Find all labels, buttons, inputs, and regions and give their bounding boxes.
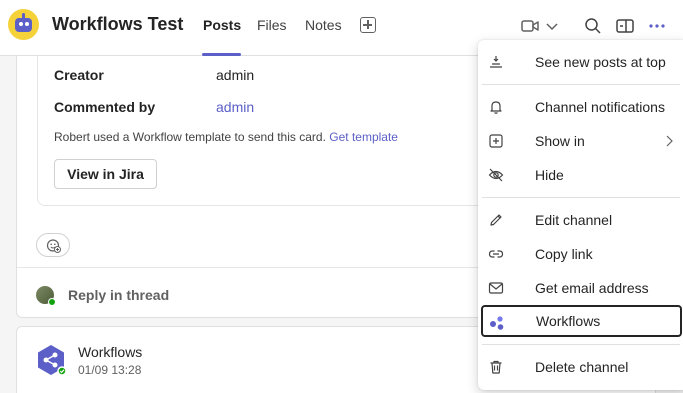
video-icon[interactable] <box>520 16 540 36</box>
channel-title: Workflows Test <box>52 14 184 34</box>
user-avatar <box>36 286 56 306</box>
fact-label-commented-by: Commented by <box>54 99 156 115</box>
menu-item-channel-notifications[interactable]: Channel notifications <box>482 91 680 123</box>
add-reaction-button[interactable] <box>36 233 70 257</box>
channel-options-menu: See new posts at top Channel notificatio… <box>478 40 683 390</box>
link-icon <box>488 250 504 258</box>
bot-eye-right <box>25 22 29 26</box>
note-text: Robert used a Workflow template to send … <box>54 130 326 144</box>
eye-hidden-icon <box>488 168 504 182</box>
menu-item-label: See new posts at top <box>535 54 666 70</box>
bell-icon <box>490 101 502 114</box>
reply-in-thread-button[interactable]: Reply in thread <box>68 287 169 303</box>
tab-notes[interactable]: Notes <box>305 17 342 33</box>
adaptive-card: Creator admin Commented by admin Robert … <box>37 56 517 206</box>
menu-item-hide[interactable]: Hide <box>482 159 680 191</box>
menu-item-label: Hide <box>535 167 564 183</box>
menu-item-show-in[interactable]: Show in <box>482 125 680 157</box>
menu-item-label: Copy link <box>535 246 593 262</box>
emoji-add-icon <box>46 239 61 253</box>
add-tab-icon[interactable] <box>360 17 376 33</box>
menu-item-edit-channel[interactable]: Edit channel <box>482 204 680 236</box>
menu-item-delete-channel[interactable]: Delete channel <box>482 351 680 383</box>
bot-eye-left <box>19 22 23 26</box>
menu-item-label: Show in <box>535 133 585 149</box>
bot-avatar[interactable] <box>8 9 39 40</box>
fact-value-creator: admin <box>216 67 255 83</box>
posts-at-top-icon <box>490 56 502 68</box>
get-template-link[interactable]: Get template <box>329 130 398 144</box>
menu-item-label: Get email address <box>535 280 649 296</box>
menu-item-label: Workflows <box>536 313 601 329</box>
pencil-icon <box>490 214 502 226</box>
menu-separator <box>482 344 680 345</box>
fact-value-commented-by-link[interactable]: admin <box>216 99 254 115</box>
post-author: Workflows <box>78 344 143 360</box>
tab-posts[interactable]: Posts <box>203 17 241 33</box>
tab-files[interactable]: Files <box>257 17 287 33</box>
chevron-right-icon <box>666 135 673 147</box>
trash-icon <box>490 360 502 374</box>
mail-icon <box>488 282 504 294</box>
more-options-icon[interactable] <box>647 16 667 36</box>
menu-item-see-new-posts-at-top[interactable]: See new posts at top <box>482 46 680 78</box>
presence-available-icon <box>48 298 56 306</box>
search-icon[interactable] <box>583 16 603 36</box>
workflow-template-note: Robert used a Workflow template to send … <box>54 130 398 144</box>
menu-separator <box>482 197 680 198</box>
fact-label-creator: Creator <box>54 67 104 83</box>
add-square-icon <box>489 134 503 148</box>
chevron-down-icon[interactable] <box>542 16 562 36</box>
menu-item-copy-link[interactable]: Copy link <box>482 238 680 270</box>
menu-item-workflows[interactable]: Workflows <box>481 305 682 337</box>
post-timestamp: 01/09 13:28 <box>78 363 142 377</box>
menu-item-label: Channel notifications <box>535 99 665 115</box>
view-in-jira-button[interactable]: View in Jira <box>54 159 157 189</box>
menu-item-get-email-address[interactable]: Get email address <box>482 272 680 304</box>
workflows-avatar-icon <box>38 345 67 376</box>
menu-separator <box>482 84 680 85</box>
bot-face <box>15 18 32 32</box>
menu-item-label: Edit channel <box>535 212 613 228</box>
menu-item-label: Delete channel <box>535 359 629 375</box>
workflows-icon <box>490 316 504 330</box>
open-panel-icon[interactable] <box>615 16 635 36</box>
